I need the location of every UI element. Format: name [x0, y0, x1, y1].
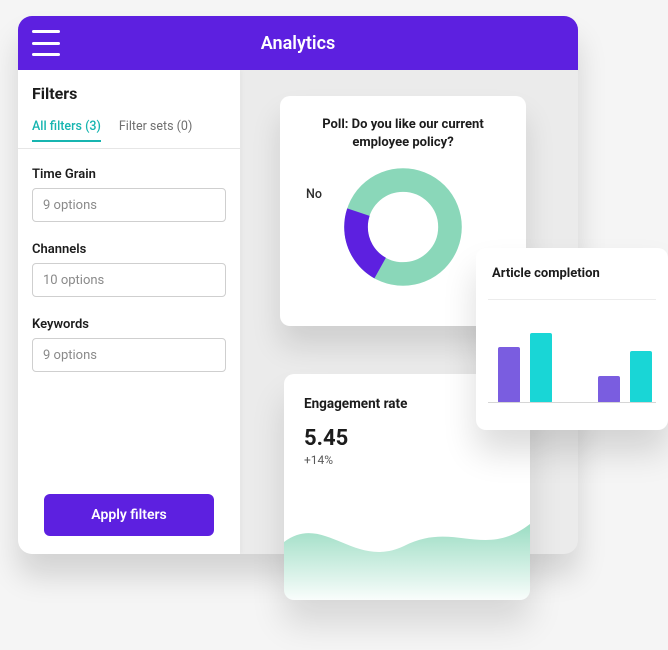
baseline: [488, 402, 656, 404]
apply-filters-button[interactable]: Apply filters: [44, 494, 214, 536]
filters-panel: Filters All filters (3) Filter sets (0) …: [18, 70, 240, 554]
select-keywords-value: 9 options: [43, 348, 97, 363]
bar-g1-a: [498, 347, 520, 403]
select-keywords[interactable]: 9 options: [32, 338, 226, 372]
menu-icon[interactable]: [32, 30, 60, 56]
bar-g2-a: [598, 376, 620, 403]
select-time-grain-value: 9 options: [43, 198, 97, 213]
top-bar: Analytics: [18, 16, 578, 70]
poll-title: Poll: Do you like our current employee p…: [298, 116, 508, 151]
select-channels[interactable]: 10 options: [32, 263, 226, 297]
tab-filter-sets[interactable]: Filter sets (0): [119, 119, 192, 142]
page-title: Analytics: [18, 33, 578, 54]
area-chart: [284, 500, 530, 600]
engagement-delta: +14%: [304, 453, 510, 467]
article-completion-card: Article completion: [476, 248, 668, 430]
gridline: [488, 299, 656, 300]
select-channels-value: 10 options: [43, 273, 104, 288]
engagement-value: 5.45: [304, 426, 510, 451]
bar-g1-b: [530, 333, 552, 403]
label-keywords: Keywords: [32, 317, 226, 332]
article-title: Article completion: [492, 266, 652, 281]
select-time-grain[interactable]: 9 options: [32, 188, 226, 222]
label-channels: Channels: [32, 242, 226, 257]
poll-no-label: No: [306, 187, 322, 202]
divider: [18, 148, 240, 149]
filters-heading: Filters: [32, 84, 226, 103]
filter-tabs: All filters (3) Filter sets (0): [32, 119, 226, 142]
bar-chart: [492, 299, 652, 403]
donut-chart: [341, 165, 465, 289]
bar-g2-b: [630, 351, 652, 403]
tab-all-filters[interactable]: All filters (3): [32, 119, 101, 142]
label-time-grain: Time Grain: [32, 167, 226, 182]
